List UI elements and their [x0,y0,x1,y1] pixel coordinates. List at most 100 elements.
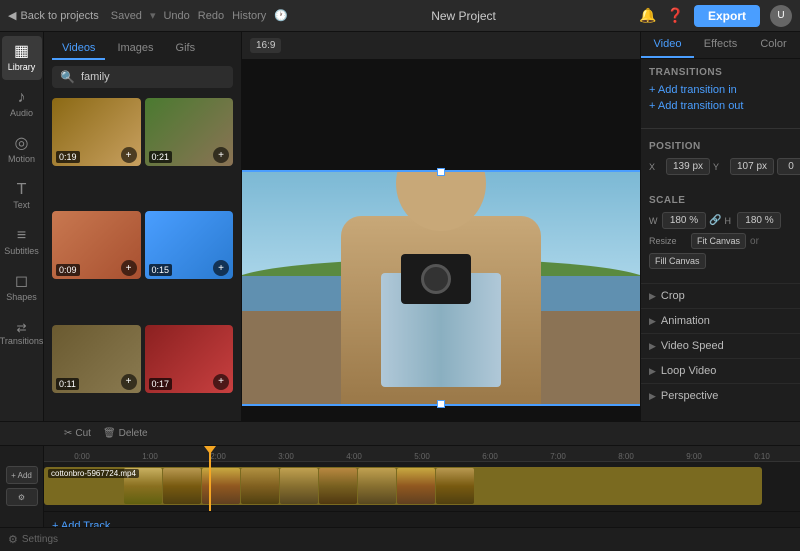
position-row: X Y [649,158,792,175]
audio-icon: ♪ [18,90,26,106]
sidebar-text-label: Text [13,200,30,210]
add-track-mini-label: + Add [11,471,32,480]
media-item[interactable]: 0:19 + [52,98,141,166]
tab-effects[interactable]: Effects [694,32,747,58]
media-duration: 0:17 [149,378,173,390]
video-speed-chevron-icon: ▶ [649,341,656,352]
settings-button[interactable]: ⚙ [8,533,18,546]
media-add-button[interactable]: + [121,147,137,163]
rotation-input[interactable] [777,158,800,175]
sidebar-item-text[interactable]: T Text [2,174,42,218]
media-item[interactable]: 0:11 + [52,325,141,393]
delete-button[interactable]: 🗑 Delete [103,428,148,439]
h-scale-label: H [724,216,734,226]
perspective-chevron-icon: ▶ [649,391,656,402]
loop-video-label: Loop Video [661,365,716,377]
transitions-title: Transitions [649,67,792,78]
notification-icon[interactable]: 🔔 [639,7,656,24]
tab-video[interactable]: Video [641,32,694,58]
avatar[interactable]: U [770,5,792,27]
delete-label: Delete [119,428,148,439]
ruler-mark: 7:00 [524,452,592,461]
search-input[interactable] [81,71,225,83]
timeline-settings-bar: ⚙ Settings [0,527,800,551]
history-button[interactable]: History [232,10,266,22]
top-bar-right: 🔔 ❓ Export U [639,5,792,27]
media-add-button[interactable]: + [213,260,229,276]
add-transition-out-button[interactable]: + Add transition out [649,100,792,112]
media-item[interactable]: 0:15 + [145,211,234,279]
delete-icon: 🗑 [103,428,116,439]
media-add-button[interactable]: + [121,260,137,276]
tab-videos[interactable]: Videos [52,38,105,60]
media-item[interactable]: 0:17 + [145,325,234,393]
tab-gifs[interactable]: Gifs [166,38,206,60]
frame-thumb [358,468,396,504]
sidebar-item-library[interactable]: ▦ Library [2,36,42,80]
transitions-icon: ⇄ [16,322,26,334]
back-button[interactable]: ◀ Back to projects [8,9,99,22]
text-icon: T [17,182,27,198]
crop-section[interactable]: ▶ Crop [641,283,800,308]
x-label: X [649,162,663,172]
scale-h-input[interactable] [737,212,781,229]
fill-canvas-button[interactable]: Fill Canvas [649,253,706,269]
media-item[interactable]: 0:09 + [52,211,141,279]
link-scale-icon[interactable]: 🔗 [709,215,721,226]
ruler-mark: 0:00 [48,452,116,461]
ruler-mark: 1:00 [116,452,184,461]
tab-color[interactable]: Color [747,32,800,58]
person-body [341,216,541,406]
settings-mini-button[interactable]: ⚙ [6,488,38,506]
add-transition-in-button[interactable]: + Add transition in [649,84,792,96]
media-item[interactable]: 0:21 + [145,98,234,166]
sidebar-subtitles-label: Subtitles [4,246,39,256]
media-add-button[interactable]: + [213,147,229,163]
fit-canvas-button[interactable]: Fit Canvas [691,233,746,249]
track-clip[interactable]: cottonbro-5967724.mp4 [44,467,762,505]
sidebar-item-motion[interactable]: ◎ Motion [2,128,42,172]
media-duration: 0:19 [56,151,80,163]
media-add-button[interactable]: + [121,374,137,390]
perspective-label: Perspective [661,390,718,402]
x-input[interactable] [666,158,710,175]
settings-mini-label: ⚙ [18,493,25,502]
resize-label: Resize [649,236,687,246]
media-duration: 0:21 [149,151,173,163]
clip-filename: cottonbro-5967724.mp4 [48,469,139,478]
tab-images[interactable]: Images [107,38,163,60]
redo-button[interactable]: Redo [198,10,224,22]
cut-label: Cut [75,428,91,439]
project-title: New Project [288,9,639,23]
w-scale-label: W [649,216,659,226]
timeline-track-main: cottonbro-5967724.mp4 [44,462,800,512]
playhead[interactable] [209,446,211,511]
timeline-action-btns: ✂ Cut 🗑 Delete [64,428,148,439]
undo-button[interactable]: Undo [163,10,189,22]
right-tabs: Video Effects Color [641,32,800,59]
sidebar-item-subtitles[interactable]: ≡ Subtitles [2,220,42,264]
cut-button[interactable]: ✂ Cut [64,428,91,439]
y-input[interactable] [730,158,774,175]
help-icon[interactable]: ❓ [667,7,684,24]
timeline: ✂ Cut 🗑 Delete + Add ⚙ 0:00 [0,421,800,551]
sidebar-library-label: Library [8,62,36,72]
add-track-button[interactable]: + Add Track [52,520,110,527]
sidebar-item-transitions[interactable]: ⇄ Transitions [2,312,42,356]
perspective-section[interactable]: ▶ Perspective [641,383,800,408]
or-label: or [750,236,759,247]
scale-w-input[interactable] [662,212,706,229]
export-button[interactable]: Export [694,5,760,27]
frame-thumb [397,468,435,504]
video-speed-section[interactable]: ▶ Video Speed [641,333,800,358]
video-speed-label: Video Speed [661,340,724,352]
sidebar-item-shapes[interactable]: ◻ Shapes [2,266,42,310]
animation-chevron-icon: ▶ [649,316,656,327]
sidebar-item-audio[interactable]: ♪ Audio [2,82,42,126]
media-add-button[interactable]: + [213,374,229,390]
video-preview [242,170,640,406]
loop-video-section[interactable]: ▶ Loop Video [641,358,800,383]
animation-section[interactable]: ▶ Animation [641,308,800,333]
add-track-mini-button[interactable]: + Add [6,466,38,484]
ruler-mark: 6:00 [456,452,524,461]
